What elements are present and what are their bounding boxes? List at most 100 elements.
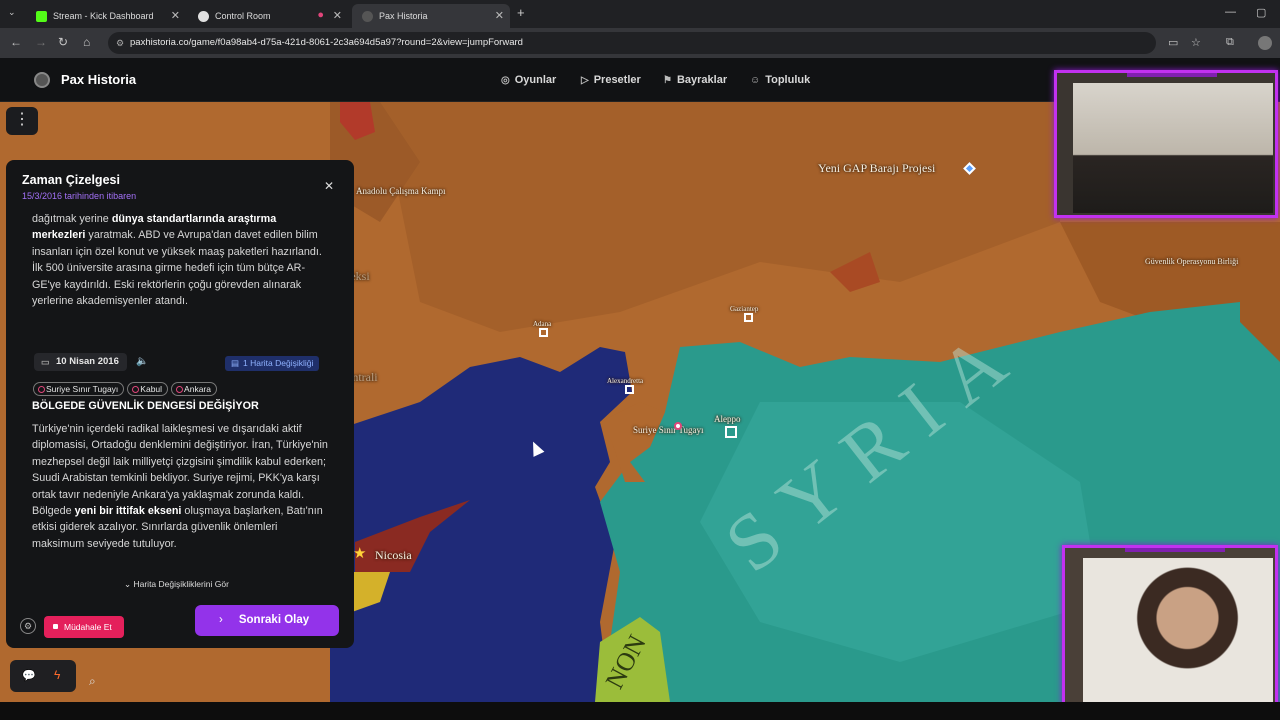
minimize-icon[interactable]: — (1225, 6, 1236, 18)
webcam-overlay-bottom (1062, 545, 1278, 715)
tag-ankara[interactable]: Ankara (171, 382, 217, 396)
map-icon: ▤ (231, 358, 240, 368)
map-change-label: 1 Harita Değişikliği (243, 358, 314, 368)
timeline-panel: Zaman Çizelgesi 15/3/2016 tarihinden iti… (6, 160, 354, 648)
new-tab-icon[interactable]: + (517, 5, 525, 20)
panel-title: Zaman Çizelgesi (22, 173, 120, 187)
map-label-anadolu[interactable]: Anadolu Çalışma Kampı (356, 186, 446, 196)
unit-marker-icon[interactable] (674, 422, 682, 430)
para-text: dağıtmak yerine (32, 213, 112, 225)
site-info-icon[interactable]: ⚙ (116, 32, 124, 54)
webcam-feed (1073, 83, 1273, 213)
settings-icon[interactable]: ⚙ (20, 618, 36, 634)
search-icon[interactable]: ⌕ (89, 674, 96, 689)
capital-star-icon[interactable]: ★ (353, 544, 366, 562)
tag-kabul[interactable]: Kabul (127, 382, 169, 396)
map-label-aleppo[interactable]: Aleppo (714, 414, 741, 424)
para-text: Türkiye'nin içerdeki radikal laikleşmesi… (32, 423, 328, 518)
browser-addressbar: ← → ↻ ⌂ ⚙ paxhistoria.co/game/f0a98ab4-d… (0, 28, 1280, 58)
nav-oyunlar[interactable]: ◎ Oyunlar (501, 74, 556, 86)
sea-region (330, 347, 632, 702)
users-icon: ☺ (750, 74, 761, 86)
overlay-decoration (1127, 73, 1217, 77)
close-icon[interactable]: ✕ (324, 179, 334, 193)
profile-avatar[interactable] (1258, 36, 1272, 50)
next-event-label: Sonraki Olay (238, 614, 310, 626)
webcam-overlay-top (1054, 70, 1278, 218)
nav-presetler[interactable]: ▷ Presetler (581, 74, 641, 86)
reload-icon[interactable]: ↻ (58, 35, 68, 49)
speaker-icon[interactable]: 🔈 (136, 356, 148, 367)
tab-label: Stream - Kick Dashboard (53, 11, 154, 21)
maximize-icon[interactable]: ▢ (1256, 6, 1266, 19)
brand-name[interactable]: Pax Historia (61, 72, 136, 87)
kick-favicon-icon (36, 10, 47, 22)
para-bold: yeni bir ittifak ekseni (74, 505, 182, 518)
bottom-strip (0, 702, 1280, 720)
lightning-icon[interactable]: ϟ (54, 668, 60, 682)
forward-icon[interactable]: → (35, 35, 47, 49)
see-changes-label: Harita Değişikliklerini Gör (133, 579, 229, 589)
url-field[interactable]: ⚙ paxhistoria.co/game/f0a98ab4-d75a-421d… (108, 32, 1156, 54)
city-marker-gaziantep[interactable] (744, 313, 753, 322)
tab-control-room[interactable]: Control Room ● ✕ (188, 4, 348, 28)
back-icon[interactable]: ← (10, 35, 22, 49)
gamepad-icon: ◎ (501, 74, 510, 86)
browser-tabbar: ⌄ Stream - Kick Dashboard ✕ Control Room… (0, 0, 1280, 28)
nav-label: Presetler (593, 74, 641, 86)
intervene-button[interactable]: Müdahale Et (44, 616, 124, 638)
map-label-alexandretta[interactable]: Alexandretta (607, 377, 643, 385)
pax-favicon-icon (362, 10, 373, 22)
event-description: Türkiye'nin içerdeki radikal laikleşmesi… (32, 421, 332, 552)
flag-icon: ⚑ (663, 74, 672, 86)
nav-label: Bayraklar (676, 74, 728, 86)
overlay-decoration (1125, 548, 1225, 552)
close-tab-icon[interactable]: ✕ (495, 9, 504, 22)
city-marker-adana[interactable] (539, 328, 548, 337)
chat-toolbar: 💬 ϟ (10, 660, 76, 692)
chat-icon[interactable]: 💬 (22, 669, 36, 682)
map-label-nicosia[interactable]: Nicosia (375, 548, 412, 563)
intervene-label: Müdahale Et (64, 622, 112, 632)
home-icon[interactable]: ⌂ (83, 35, 90, 49)
event-headline: BÖLGEDE GÜVENLİK DENGESİ DEĞİŞİYOR (32, 400, 259, 412)
nav-bayraklar[interactable]: ⚑ Bayraklar (663, 74, 727, 86)
map-label-gaziantep[interactable]: Gaziantep (730, 305, 758, 313)
bookmark-star-icon[interactable]: ☆ (1191, 36, 1201, 49)
nav-topluluk[interactable]: ☺ Topluluk (750, 74, 810, 86)
turkey-region (380, 102, 1060, 332)
tag-border-brigade[interactable]: Suriye Sınır Tugayı (33, 382, 125, 396)
city-marker-alexandretta[interactable] (625, 385, 634, 394)
map-change-badge[interactable]: ▤ 1 Harita Değişikliği (225, 356, 320, 371)
globe-favicon-icon (198, 10, 209, 22)
map-label-border-brigade[interactable]: Suriye Sınır Tugayı (633, 425, 704, 435)
calendar-icon: ▭ (41, 357, 50, 367)
extensions-icon[interactable]: ⧉ (1226, 36, 1234, 49)
play-icon: ▷ (581, 74, 589, 86)
nav-label: Oyunlar (514, 74, 557, 86)
recording-icon: ● (317, 9, 324, 21)
panel-subtitle: 15/3/2016 tarihinden itibaren (22, 191, 137, 201)
close-tab-icon[interactable]: ✕ (171, 9, 180, 22)
map-label-security-unit[interactable]: Güvenlik Operasyonu Birliği (1145, 257, 1238, 266)
event-tags: Suriye Sınır Tugayı Kabul Ankara (33, 382, 217, 396)
url-text: paxhistoria.co/game/f0a98ab4-d75a-421d-8… (130, 37, 523, 48)
see-map-changes-link[interactable]: ⌄ Harita Değişikliklerini Gör (124, 579, 229, 590)
tab-search-icon[interactable]: ⌄ (8, 7, 16, 18)
close-tab-icon[interactable]: ✕ (333, 9, 342, 22)
tab-kick-dashboard[interactable]: Stream - Kick Dashboard ✕ (26, 4, 186, 28)
tab-pax-historia[interactable]: Pax Historia ✕ (352, 4, 510, 28)
install-app-icon[interactable]: ▭ (1168, 36, 1178, 49)
nav-label: Topluluk (765, 74, 811, 86)
next-event-button[interactable]: › Sonraki Olay (195, 605, 339, 636)
map-label-gap-dam[interactable]: Yeni GAP Barajı Projesi (818, 161, 935, 176)
map-label-adana[interactable]: Adana (533, 320, 551, 328)
tab-label: Pax Historia (379, 11, 428, 21)
city-marker-aleppo[interactable] (725, 426, 737, 438)
chevron-right-icon: › (219, 614, 223, 626)
webcam-feed (1083, 558, 1273, 708)
tab-label: Control Room (215, 11, 271, 21)
event-date-chip: ▭ 10 Nisan 2016 (34, 353, 127, 371)
map-menu-button[interactable]: ⋮ (6, 107, 38, 135)
pax-logo-icon[interactable] (34, 72, 50, 88)
